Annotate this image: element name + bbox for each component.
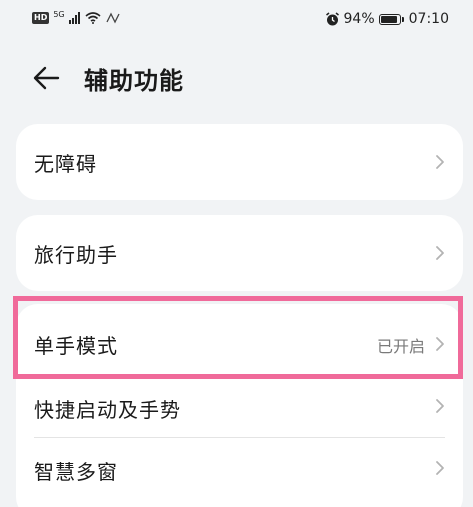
row-value: 已开启 (376, 337, 425, 356)
settings-group-1: 无障碍 (16, 124, 463, 200)
row-quick-launch-gestures[interactable]: 快捷启动及手势 (16, 376, 463, 438)
page-title: 辅助功能 (84, 67, 184, 95)
signal-label: 5G (53, 9, 65, 19)
chevron-right-icon (436, 399, 444, 413)
row-travel-assistant[interactable]: 旅行助手 (16, 215, 463, 291)
chevron-right-icon (436, 246, 444, 260)
settings-group-3: 单手模式 已开启 快捷启动及手势 智慧多窗 (16, 304, 463, 507)
row-label: 智慧多窗 (34, 460, 118, 484)
settings-page: HD 5G 94% 07:10 辅助功能 无障碍 旅行助手 单手模式 已开启 快… (0, 0, 473, 507)
status-right: 94% 07:10 (325, 11, 449, 27)
status-bar: HD 5G 94% 07:10 (0, 0, 473, 40)
wifi-icon (85, 12, 101, 24)
row-label: 快捷启动及手势 (34, 398, 181, 422)
back-button[interactable] (30, 62, 64, 94)
status-left: HD 5G (32, 9, 121, 24)
status-time: 07:10 (408, 11, 449, 27)
hd-badge: HD (32, 12, 50, 24)
back-arrow-icon (33, 66, 60, 90)
row-smart-multi-window[interactable]: 智慧多窗 (16, 438, 463, 500)
chevron-right-icon (436, 337, 444, 351)
row-label: 单手模式 (34, 334, 118, 358)
row-label: 旅行助手 (34, 243, 118, 267)
chevron-right-icon (436, 155, 444, 169)
header: 辅助功能 (0, 52, 473, 104)
battery-percent: 94% (343, 11, 375, 27)
alarm-icon (325, 11, 339, 25)
settings-group-2: 旅行助手 (16, 215, 463, 291)
chevron-right-icon (436, 461, 444, 475)
row-label: 无障碍 (34, 152, 97, 176)
battery-icon (378, 13, 404, 25)
nfc-icon (106, 12, 120, 24)
row-accessibility[interactable]: 无障碍 (16, 124, 463, 200)
row-one-handed-mode[interactable]: 单手模式 已开启 (16, 304, 463, 376)
signal-icon (68, 12, 80, 24)
